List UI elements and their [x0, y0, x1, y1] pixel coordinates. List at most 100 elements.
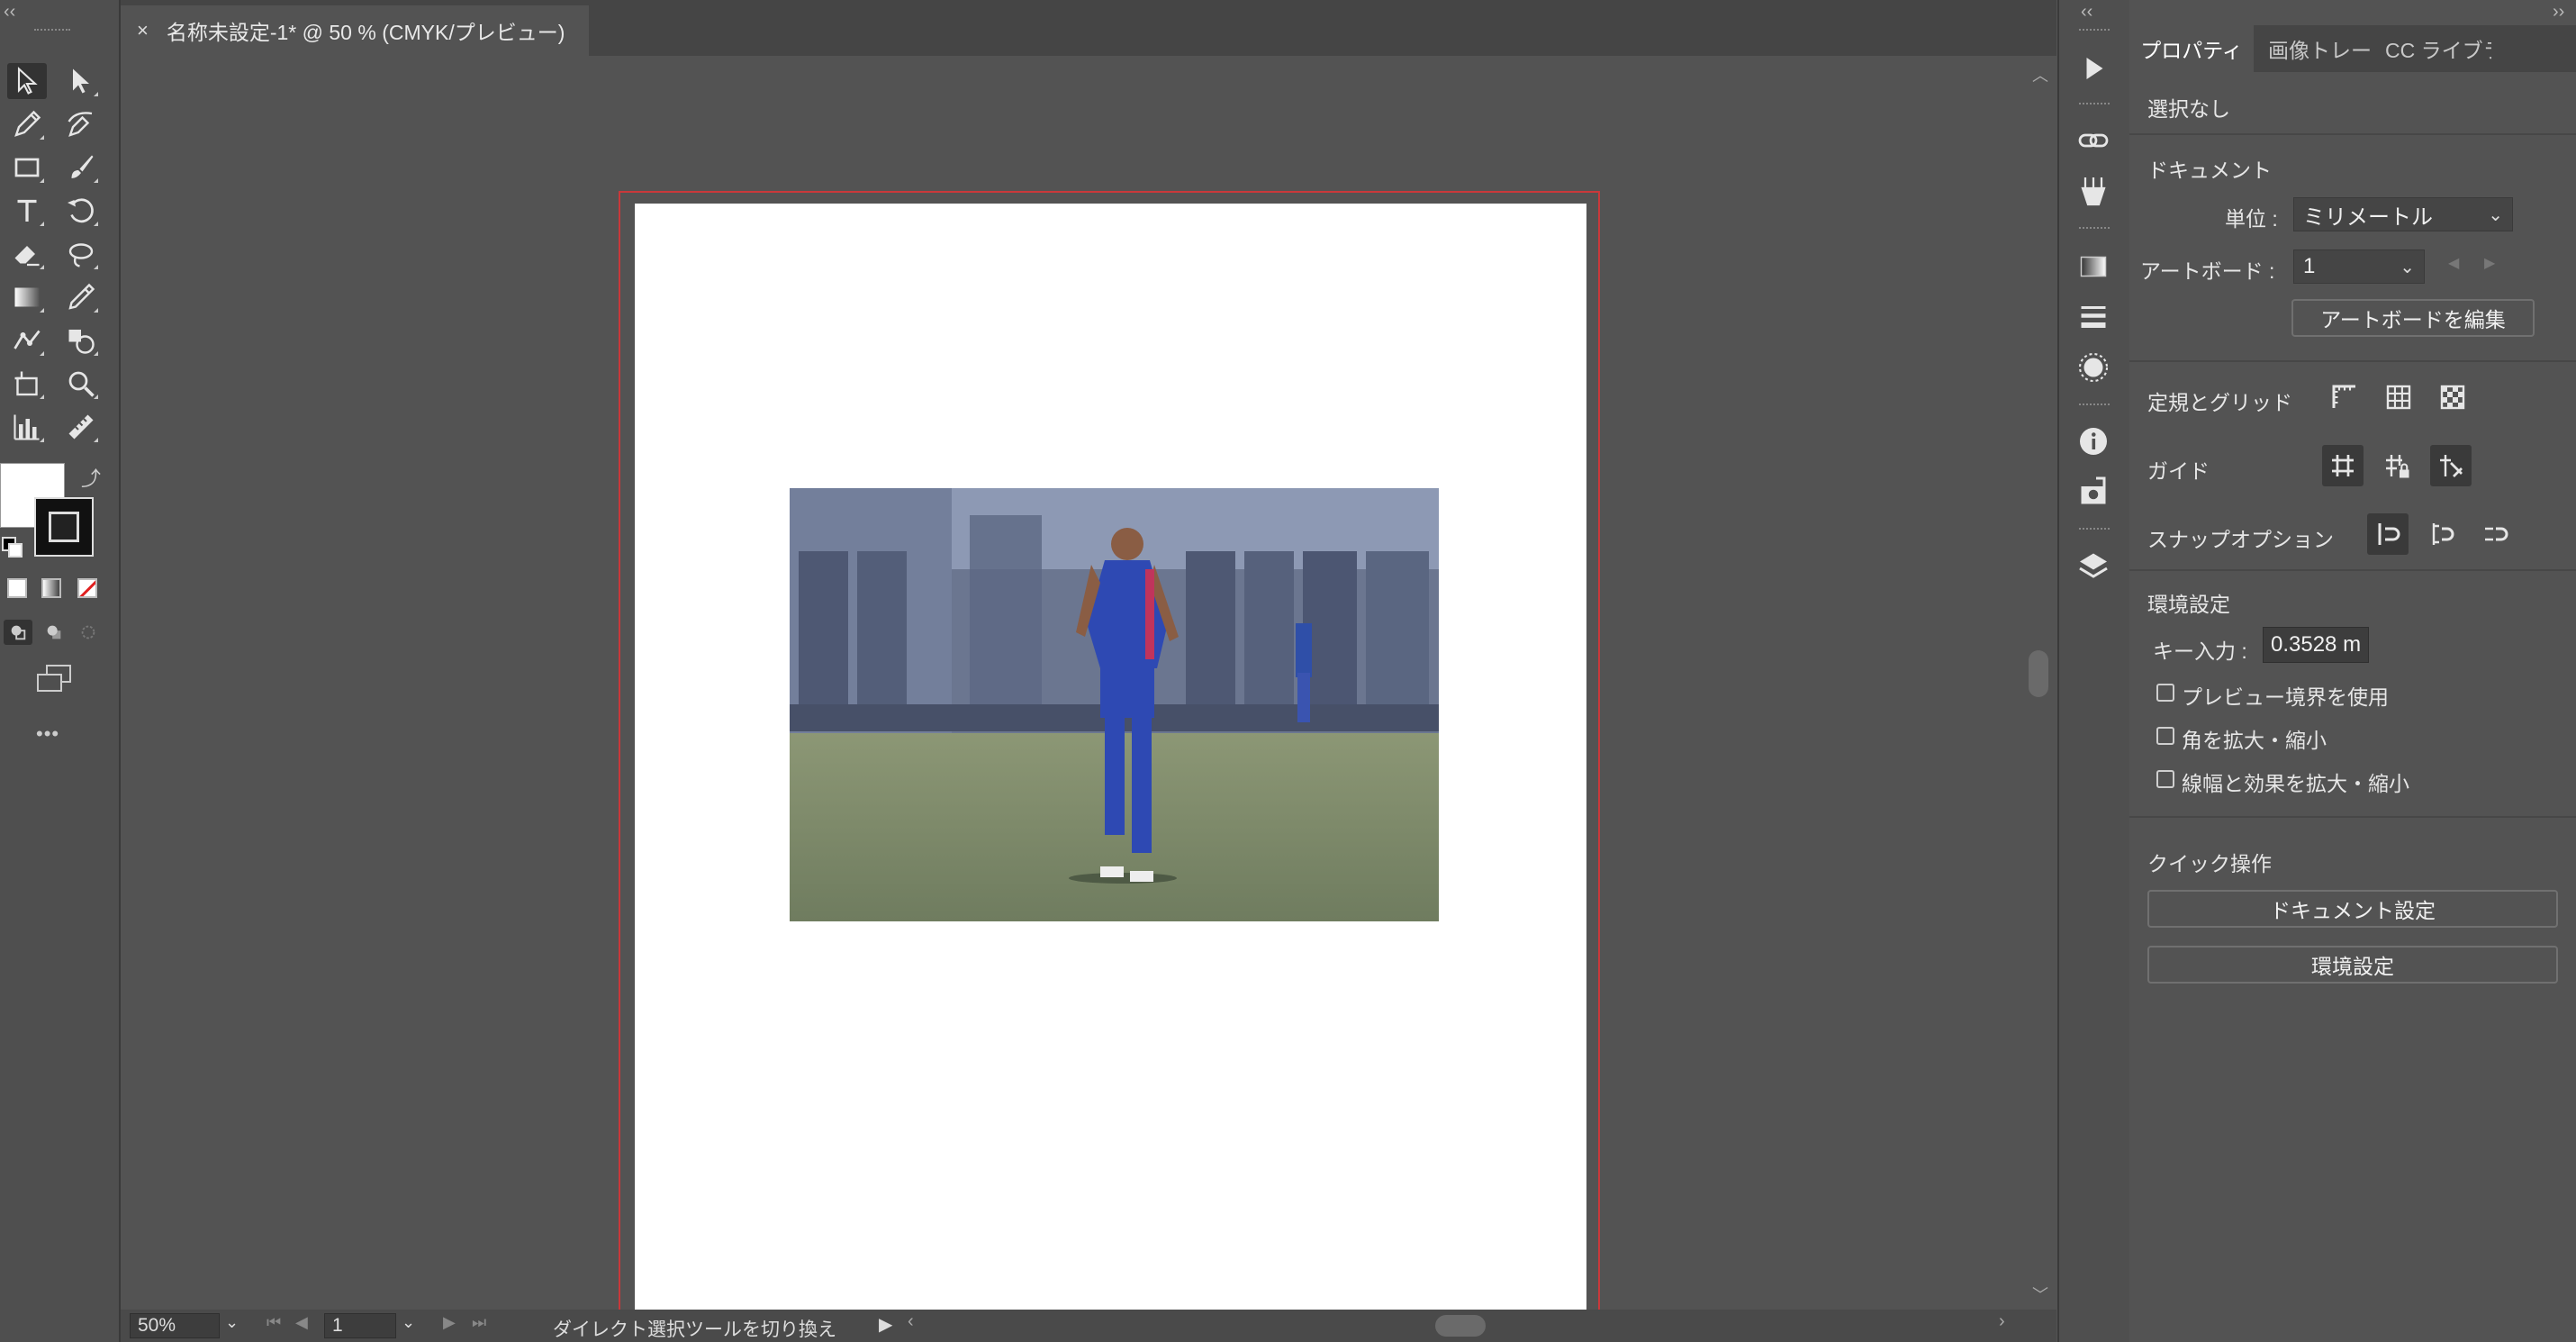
- preferences-button[interactable]: 環境設定: [2147, 946, 2558, 984]
- tab-properties[interactable]: プロパティ: [2129, 25, 2254, 72]
- previous-artboard-icon[interactable]: ◀: [295, 1313, 308, 1332]
- color-mode-icon[interactable]: [7, 578, 27, 598]
- puppet-icon[interactable]: [2074, 171, 2113, 211]
- graph-tool-icon[interactable]: [7, 409, 47, 445]
- layers-icon[interactable]: [2074, 546, 2113, 585]
- scroll-right-icon[interactable]: ›: [1999, 1311, 2005, 1332]
- grid-icon[interactable]: [2378, 376, 2419, 418]
- collapse-properties-icon[interactable]: ››: [2553, 2, 2564, 23]
- key-input-field[interactable]: 0.3528 m: [2263, 627, 2369, 663]
- properties-panel: ›› プロパティ 画像トレース CC ライブラリ 選択なし ドキュメント 単位 …: [2129, 0, 2576, 1342]
- horizontal-scroll-thumb[interactable]: [1435, 1315, 1486, 1337]
- artboard-value: 1: [2303, 254, 2316, 278]
- puppet-warp-tool-icon[interactable]: [7, 322, 47, 358]
- tab-cc-libraries[interactable]: CC ライブラリ: [2374, 25, 2491, 72]
- panel-grip[interactable]: [34, 29, 70, 36]
- ruler-icon[interactable]: [2324, 376, 2365, 418]
- vertical-scrollbar[interactable]: ︿ ﹀: [2020, 56, 2057, 1310]
- soccer-player-photo: [790, 488, 1439, 921]
- links-icon[interactable]: [2074, 121, 2113, 160]
- units-dropdown[interactable]: ミリメートル ⌄: [2293, 197, 2513, 231]
- key-input-value: 0.3528 m: [2271, 632, 2362, 657]
- zoom-tool-icon[interactable]: [61, 366, 101, 402]
- previous-artboard-icon[interactable]: ◀: [2448, 254, 2459, 272]
- selection-tool-icon[interactable]: [7, 63, 47, 99]
- edit-artboard-button[interactable]: アートボードを編集: [2291, 299, 2535, 337]
- scroll-left-icon[interactable]: ‹: [908, 1311, 914, 1332]
- rulers-grids-label: 定規とグリッド: [2147, 391, 2292, 414]
- rectangle-tool-icon[interactable]: [7, 150, 47, 186]
- scale-strokes-label: 線幅と効果を拡大・縮小: [2182, 772, 2409, 795]
- stroke-swatch[interactable]: [34, 497, 94, 557]
- scale-strokes-checkbox[interactable]: [2156, 770, 2174, 788]
- scroll-up-icon[interactable]: ︿: [2032, 63, 2048, 86]
- draw-behind-icon[interactable]: [40, 620, 68, 645]
- default-colors-icon[interactable]: [2, 537, 23, 558]
- close-tab-icon[interactable]: ×: [137, 19, 149, 42]
- quick-actions-heading: クイック操作: [2147, 852, 2272, 875]
- guides-label: ガイド: [2147, 459, 2210, 483]
- zoom-dropdown-icon[interactable]: ⌄: [225, 1313, 239, 1332]
- snap-to-point-icon[interactable]: [2475, 513, 2517, 555]
- chevron-down-icon: ⌄: [2488, 205, 2503, 225]
- gradient-panel-icon[interactable]: [2074, 247, 2113, 286]
- transparency-grid-icon[interactable]: [2432, 376, 2473, 418]
- more-tools-icon[interactable]: •••: [36, 722, 59, 746]
- show-guides-icon[interactable]: [2322, 445, 2364, 486]
- eraser-tool-icon[interactable]: [7, 236, 47, 272]
- units-value: ミリメートル: [2303, 204, 2433, 230]
- placed-photo[interactable]: [790, 488, 1439, 921]
- gradient-mode-icon[interactable]: [41, 578, 61, 598]
- tab-image-trace[interactable]: 画像トレース: [2255, 25, 2373, 72]
- rotate-tool-icon[interactable]: [61, 193, 101, 229]
- collapse-panel-icon[interactable]: ‹‹: [4, 2, 15, 23]
- snap-options-label: スナップオプション: [2147, 528, 2334, 551]
- direct-selection-tool-icon[interactable]: [61, 63, 101, 99]
- artboard-number-value: 1: [332, 1315, 343, 1336]
- none-mode-icon[interactable]: [77, 578, 97, 598]
- play-icon[interactable]: [2074, 49, 2113, 88]
- pen-tool-icon[interactable]: [7, 106, 47, 142]
- lasso-tool-icon[interactable]: [61, 236, 101, 272]
- artboard-dropdown[interactable]: 1 ⌄: [2293, 249, 2425, 284]
- draw-normal-icon[interactable]: [4, 620, 32, 645]
- artboard-number-field[interactable]: 1: [324, 1313, 396, 1338]
- info-icon[interactable]: [2074, 422, 2113, 461]
- curvature-tool-icon[interactable]: [61, 106, 101, 142]
- screen-mode-icon[interactable]: [32, 663, 76, 695]
- vertical-scroll-thumb[interactable]: [2029, 650, 2048, 697]
- document-setup-button[interactable]: ドキュメント設定: [2147, 890, 2558, 928]
- next-artboard-icon[interactable]: ▶: [2484, 254, 2495, 272]
- lock-guides-icon[interactable]: [2376, 445, 2418, 486]
- draw-inside-icon[interactable]: [74, 620, 103, 645]
- snap-to-glyph-icon[interactable]: [2421, 513, 2463, 555]
- appearance-icon[interactable]: [2074, 348, 2113, 387]
- status-menu-icon[interactable]: ▶: [879, 1313, 892, 1336]
- stroke-panel-icon[interactable]: [2074, 297, 2113, 337]
- expand-panels-icon[interactable]: ‹‹: [2081, 2, 2092, 23]
- scroll-down-icon[interactable]: ﹀: [2032, 1283, 2048, 1306]
- tools-panel: ‹‹ ⤴ •••: [0, 0, 121, 1342]
- status-bar: 50% ⌄ ⏮ ◀ 1 ⌄ ▶ ⏭ ダイレクト選択ツールを切り換え ▶ ‹ ›: [121, 1310, 2056, 1342]
- type-tool-icon[interactable]: [7, 193, 47, 229]
- paintbrush-tool-icon[interactable]: [61, 150, 101, 186]
- document-tab[interactable]: × 名称未設定-1* @ 50 % (CMYK/プレビュー): [121, 5, 589, 56]
- first-artboard-icon[interactable]: ⏮: [267, 1313, 281, 1332]
- zoom-value: 50%: [138, 1315, 176, 1336]
- artboard-tool-icon[interactable]: [7, 366, 47, 402]
- swap-fill-stroke-icon[interactable]: ⤴: [81, 463, 101, 492]
- export-icon[interactable]: [2074, 472, 2113, 512]
- artboard-dropdown-icon[interactable]: ⌄: [402, 1313, 415, 1332]
- snap-to-pixel-icon[interactable]: [2367, 513, 2409, 555]
- scale-corners-checkbox[interactable]: [2156, 727, 2174, 745]
- shape-builder-tool-icon[interactable]: [61, 322, 101, 358]
- eyedropper-tool-icon[interactable]: [61, 279, 101, 315]
- zoom-field[interactable]: 50%: [130, 1313, 220, 1338]
- smart-guides-icon[interactable]: [2430, 445, 2472, 486]
- scale-corners-label: 角を拡大・縮小: [2182, 729, 2327, 752]
- measure-tool-icon[interactable]: [61, 409, 101, 445]
- gradient-tool-icon[interactable]: [7, 279, 47, 315]
- next-artboard-icon[interactable]: ▶: [443, 1313, 456, 1332]
- last-artboard-icon[interactable]: ⏭: [472, 1313, 486, 1332]
- preview-bounds-checkbox[interactable]: [2156, 684, 2174, 702]
